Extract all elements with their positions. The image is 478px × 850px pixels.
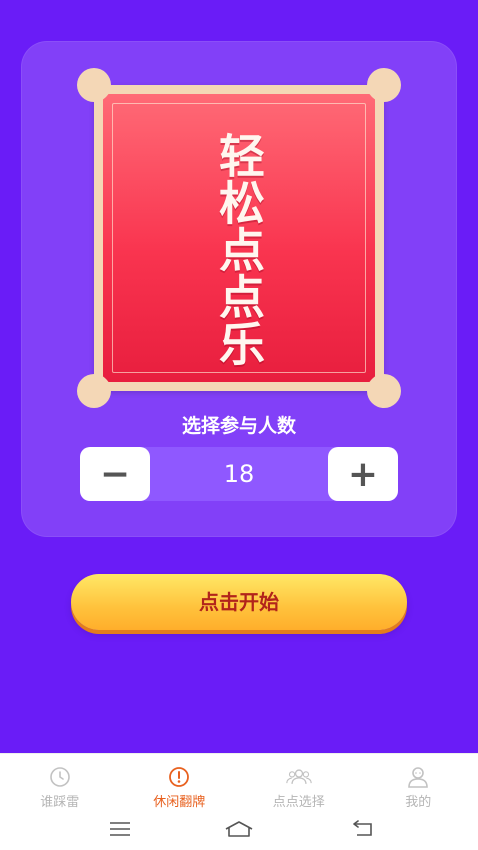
person-icon xyxy=(405,764,431,789)
game-poster: 轻松点点乐 xyxy=(77,68,401,408)
poster-corner-bottom-right xyxy=(367,374,401,408)
increase-button[interactable]: + xyxy=(328,447,398,501)
poster-title-wrap: 轻松点点乐 xyxy=(103,132,375,367)
bottom-tab-bar: 谁踩雷 休闲翻牌 点点选择 我的 xyxy=(0,753,478,810)
alert-icon xyxy=(166,764,192,789)
tab-tap-choose[interactable]: 点点选择 xyxy=(239,754,359,810)
tab-label: 我的 xyxy=(405,795,432,810)
poster-corner-top-right xyxy=(367,68,401,102)
decrease-button[interactable]: − xyxy=(80,447,150,501)
system-navigation-bar xyxy=(0,809,478,850)
tab-label: 谁踩雷 xyxy=(40,795,80,810)
poster-corner-bottom-left xyxy=(77,374,111,408)
poster-title: 轻松点点乐 xyxy=(212,132,266,367)
tab-mine[interactable]: 我的 xyxy=(359,754,478,810)
menu-icon[interactable] xyxy=(102,817,138,841)
home-icon[interactable] xyxy=(221,817,257,841)
tab-label: 休闲翻牌 xyxy=(153,795,206,810)
tab-casual-flip[interactable]: 休闲翻牌 xyxy=(120,754,240,810)
participants-stepper: − 18 + xyxy=(80,447,398,501)
tab-label: 点点选择 xyxy=(272,795,325,810)
poster-corner-top-left xyxy=(77,68,111,102)
participants-label: 选择参与人数 xyxy=(181,415,296,437)
poster-panel: 轻松点点乐 xyxy=(103,94,375,382)
back-icon[interactable] xyxy=(346,817,382,841)
tab-who-steps-on-mine[interactable]: 谁踩雷 xyxy=(0,754,120,810)
people-icon xyxy=(286,764,312,789)
participants-count: 18 xyxy=(223,460,255,488)
clock-icon xyxy=(47,764,73,789)
start-button[interactable]: 点击开始 xyxy=(71,574,407,630)
